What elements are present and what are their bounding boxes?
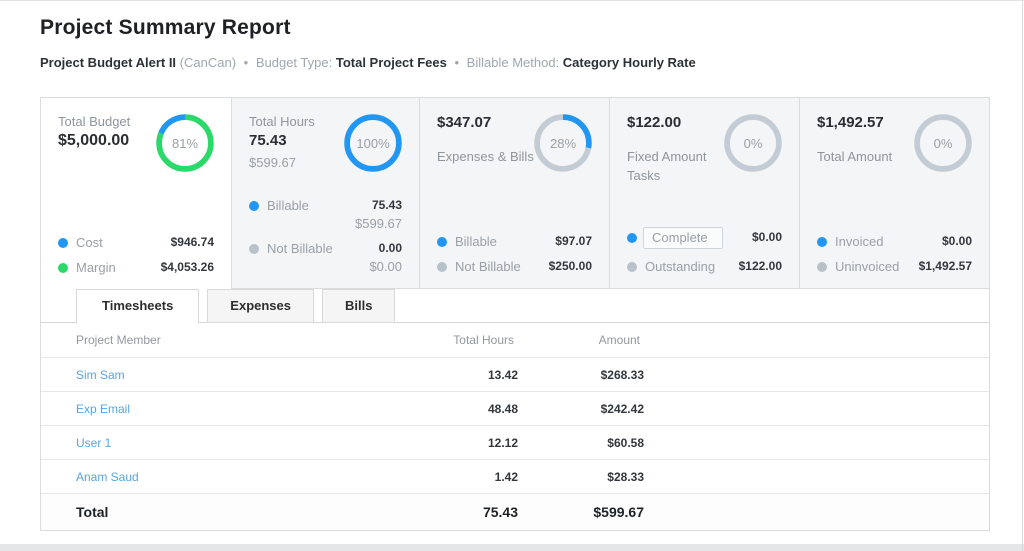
card-total-amount[interactable]: $1,492.57 Total Amount 0% Invoiced $0.00 xyxy=(799,98,989,289)
legend-row-complete: Complete $0.00 xyxy=(627,227,782,249)
outstanding-dot-icon xyxy=(627,262,637,272)
hours-cell: 1.42 xyxy=(494,469,518,484)
billable-dot-icon xyxy=(249,201,259,211)
card-subvalue: $599.67 xyxy=(249,155,296,170)
window-right-edge xyxy=(1022,1,1023,551)
card-amount: $122.00 xyxy=(627,114,682,131)
legend-row-billable: Billable 75.43 $599.67 xyxy=(249,198,402,231)
budget-type-value: Total Project Fees xyxy=(335,55,447,70)
summary-panel: Total Budget $5,000.00 81% Cost $946.74 xyxy=(40,97,990,531)
not-billable-dot-icon xyxy=(437,262,447,272)
legend-row-margin: Margin $4,053.26 xyxy=(58,260,214,275)
budget-type-label: Budget Type: xyxy=(255,55,333,70)
uninvoiced-dot-icon xyxy=(817,262,827,272)
col-header-total-hours: Total Hours xyxy=(453,333,514,347)
amount-cell: $60.58 xyxy=(607,435,644,450)
card-amount: 75.43 xyxy=(249,132,287,149)
tab-expenses[interactable]: Expenses xyxy=(207,289,314,323)
donut-percent: 28% xyxy=(549,135,577,151)
cost-dot-icon xyxy=(58,238,68,248)
donut-percent: 0% xyxy=(743,135,763,151)
fixed-tasks-donut-chart: 0% xyxy=(724,114,782,172)
card-title: Total Budget xyxy=(58,114,131,129)
summary-cards-row: Total Budget $5,000.00 81% Cost $946.74 xyxy=(41,98,989,289)
tab-timesheets[interactable]: Timesheets xyxy=(76,289,200,324)
client-name: (CanCan) xyxy=(179,55,237,70)
billable-method-label: Billable Method: xyxy=(466,55,560,70)
member-link[interactable]: User 1 xyxy=(76,436,398,450)
timesheets-table: Project Member Total Hours Amount Sim Sa… xyxy=(41,323,989,530)
table-row: Anam Saud 1.42 $28.33 xyxy=(41,460,989,494)
project-meta-line: Project Budget Alert II (CanCan) • Budge… xyxy=(40,55,1024,70)
budget-donut-chart: 81% xyxy=(156,114,214,172)
col-header-project-member: Project Member xyxy=(76,333,161,347)
donut-percent: 0% xyxy=(933,135,953,151)
legend-row-not-billable: Not Billable $250.00 xyxy=(437,259,592,274)
table-row: Exp Email 48.48 $242.42 xyxy=(41,392,989,426)
donut-percent: 81% xyxy=(171,135,199,151)
table-total-row: Total 75.43 $599.67 xyxy=(41,494,989,530)
member-link[interactable]: Exp Email xyxy=(76,402,398,416)
total-amount: $599.67 xyxy=(593,504,644,520)
page-title: Project Summary Report xyxy=(40,16,291,39)
member-link[interactable]: Sim Sam xyxy=(76,368,398,382)
amount-cell: $268.33 xyxy=(600,367,644,382)
billable-method-value: Category Hourly Rate xyxy=(562,55,696,70)
billable-dot-icon xyxy=(437,237,447,247)
legend-row-uninvoiced: Uninvoiced $1,492.57 xyxy=(817,259,972,274)
card-title: Fixed Amount Tasks xyxy=(627,149,707,183)
legend-row-cost: Cost $946.74 xyxy=(58,235,214,250)
complete-chip[interactable]: Complete xyxy=(643,227,723,249)
legend-row-billable: Billable $97.07 xyxy=(437,234,592,249)
table-row: User 1 12.12 $60.58 xyxy=(41,426,989,460)
expenses-donut-chart: 28% xyxy=(534,114,592,172)
table-row: Sim Sam 13.42 $268.33 xyxy=(41,358,989,392)
card-expenses-bills[interactable]: $347.07 Expenses & Bills 28% Billable $9… xyxy=(419,98,609,289)
hours-cell: 13.42 xyxy=(487,367,518,382)
project-summary-page: Project Summary Report Project Budget Al… xyxy=(0,1,1024,531)
card-title: Total Hours xyxy=(249,114,315,129)
donut-percent: 100% xyxy=(356,135,390,151)
member-link[interactable]: Anam Saud xyxy=(76,470,398,484)
card-title: Expenses & Bills xyxy=(437,149,534,164)
invoiced-dot-icon xyxy=(817,237,827,247)
tab-bills[interactable]: Bills xyxy=(322,289,396,323)
amount-cell: $28.33 xyxy=(607,469,644,484)
legend-row-outstanding: Outstanding $122.00 xyxy=(627,259,782,274)
card-total-budget[interactable]: Total Budget $5,000.00 81% Cost $946.74 xyxy=(41,98,231,289)
card-amount: $347.07 xyxy=(437,114,492,131)
total-label: Total xyxy=(76,504,109,520)
detail-tabs: Timesheets Expenses Bills xyxy=(41,288,989,324)
amount-cell: $242.42 xyxy=(600,401,644,416)
legend-row-invoiced: Invoiced $0.00 xyxy=(817,234,972,249)
not-billable-dot-icon xyxy=(249,244,259,254)
total-amount-donut-chart: 0% xyxy=(914,114,972,172)
card-amount: $1,492.57 xyxy=(817,114,884,131)
hours-cell: 48.48 xyxy=(487,401,518,416)
card-fixed-amount-tasks[interactable]: $122.00 Fixed Amount Tasks 0% Complete $… xyxy=(609,98,799,289)
card-title: Total Amount xyxy=(817,149,893,164)
hours-cell: 12.12 xyxy=(487,435,518,450)
hours-donut-chart: 100% xyxy=(344,114,402,172)
project-name: Project Budget Alert II xyxy=(40,55,177,70)
separator-dot: • xyxy=(454,55,460,70)
separator-dot: • xyxy=(243,55,249,70)
table-header-row: Project Member Total Hours Amount xyxy=(41,323,989,358)
card-amount: $5,000.00 xyxy=(58,132,130,149)
margin-dot-icon xyxy=(58,263,68,273)
total-hours: 75.43 xyxy=(482,504,518,520)
legend-row-not-billable: Not Billable 0.00 $0.00 xyxy=(249,241,402,274)
card-total-hours[interactable]: Total Hours 75.43 $599.67 100% Billable … xyxy=(231,98,419,289)
complete-dot-icon xyxy=(627,233,637,243)
col-header-amount: Amount xyxy=(598,333,640,347)
